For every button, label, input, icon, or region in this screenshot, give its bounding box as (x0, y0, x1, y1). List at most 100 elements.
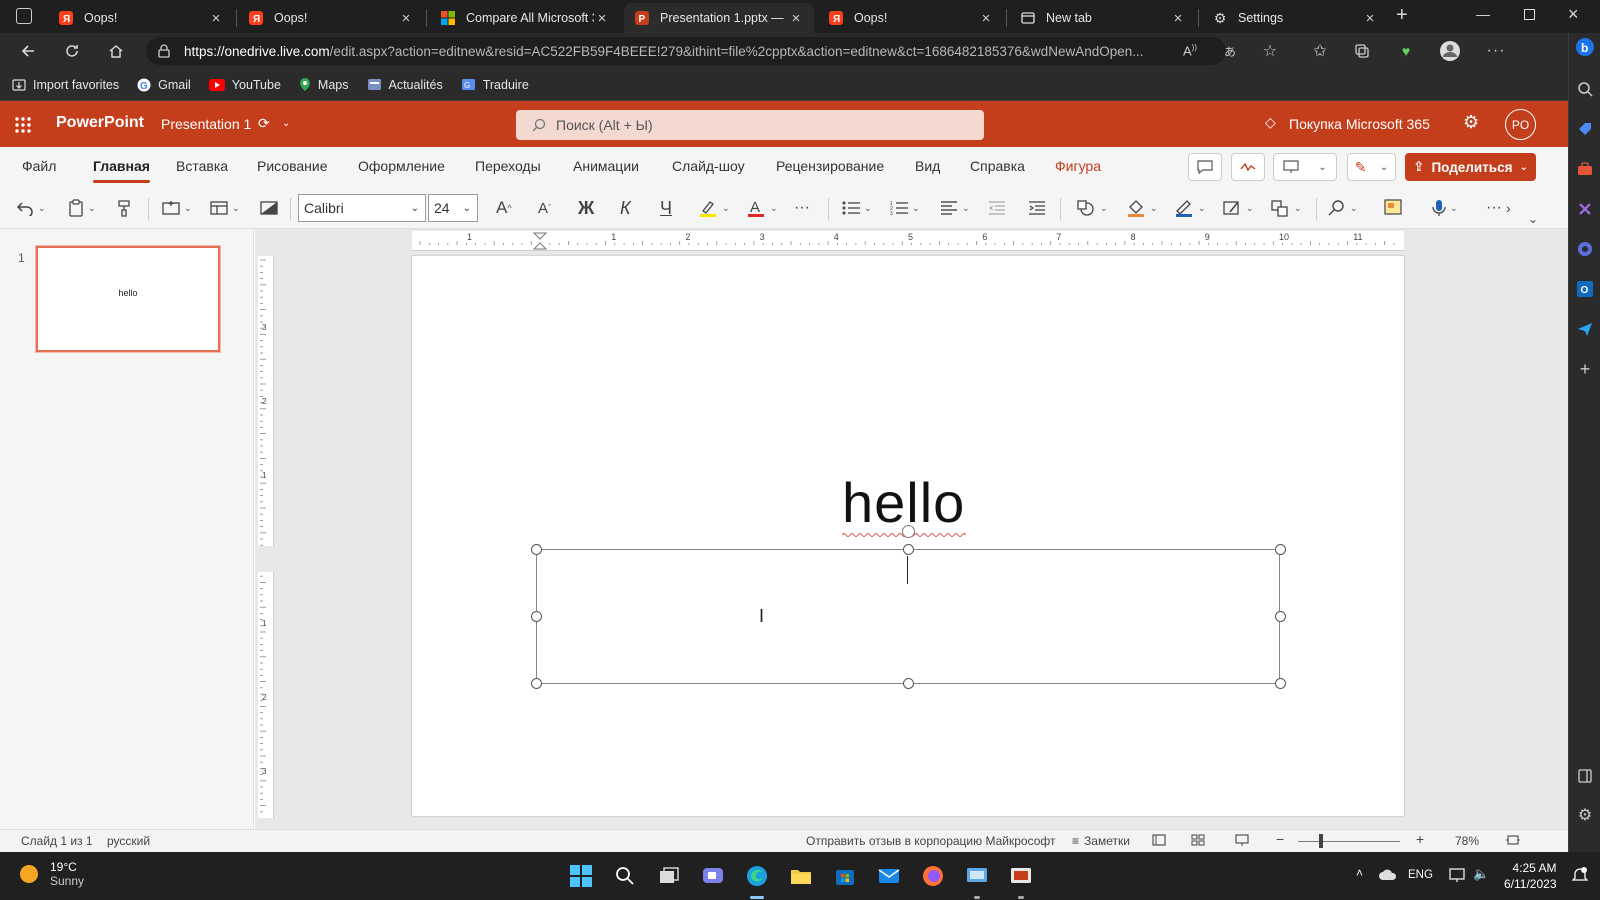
underline-button[interactable]: Ч (660, 196, 672, 220)
tab-actions-icon[interactable] (16, 8, 32, 24)
catch-up-button[interactable] (1231, 153, 1265, 181)
tab-animations[interactable]: Анимации (573, 158, 639, 174)
shapes-button[interactable]: ⌄ (1076, 196, 1108, 220)
url-field[interactable]: https://onedrive.live.com/edit.aspx?acti… (146, 37, 1226, 65)
increase-font-size-button[interactable]: A ^ (496, 196, 512, 220)
font-name-select[interactable]: Calibri ⌄ (298, 194, 426, 222)
onedrive-cloud-icon[interactable] (1378, 868, 1398, 881)
share-button[interactable]: ⇪ Поделиться ⌄ (1405, 153, 1536, 181)
close-icon[interactable]: × (788, 10, 804, 27)
editing-mode-button[interactable]: ✎ ⌄ (1347, 153, 1396, 181)
resize-handle[interactable] (531, 678, 542, 689)
file-explorer-icon[interactable] (788, 863, 814, 889)
italic-button[interactable]: К (620, 196, 631, 220)
shape-outline-button[interactable]: ⌄ (1174, 196, 1206, 220)
ribbon-expand-icon[interactable]: ⌄ (1528, 207, 1538, 231)
fit-to-window-icon[interactable] (1506, 834, 1520, 846)
shopping-tag-icon[interactable] (1575, 119, 1595, 139)
new-slide-button[interactable]: ⌄ (162, 196, 192, 220)
clock[interactable]: 4:25 AM 6/11/2023 (1504, 860, 1557, 892)
search-icon[interactable] (612, 863, 638, 889)
input-language[interactable]: ENG (1408, 869, 1433, 881)
more-font-options-icon[interactable]: ··· (794, 196, 810, 220)
language-status[interactable]: русский (107, 834, 150, 848)
arrange-button[interactable]: ⌄ (1270, 196, 1302, 220)
home-button[interactable] (104, 39, 128, 63)
resize-handle[interactable] (531, 544, 542, 555)
resize-handle[interactable] (903, 544, 914, 555)
restore-button[interactable] (1524, 9, 1535, 20)
favorites-icon[interactable]: ✩ (1308, 39, 1332, 63)
bullets-button[interactable]: ⌄ (842, 196, 872, 220)
bookmark-actualites[interactable]: Actualités (367, 78, 443, 92)
mail-icon[interactable] (876, 863, 902, 889)
network-icon[interactable] (1449, 867, 1465, 883)
close-icon[interactable]: × (208, 10, 224, 27)
indent-marker[interactable] (532, 232, 548, 250)
zoom-slider[interactable] (1298, 841, 1400, 842)
undo-button[interactable]: ⌄ (16, 196, 46, 220)
zoom-in-button[interactable]: + (1416, 831, 1424, 847)
read-aloud-icon[interactable]: A)) (1178, 39, 1202, 63)
tab-file[interactable]: Файл (22, 158, 56, 174)
sidebar-layout-icon[interactable] (1575, 766, 1595, 786)
translate-icon[interactable]: あ (1218, 39, 1242, 63)
tab-home[interactable]: Главная (93, 158, 150, 183)
slide-count-status[interactable]: Слайд 1 из 1 (21, 834, 93, 848)
minimize-button[interactable]: — (1476, 6, 1490, 22)
close-icon[interactable]: × (1362, 10, 1378, 27)
reading-view-icon[interactable] (1235, 834, 1249, 846)
search-icon[interactable] (1575, 79, 1595, 99)
browser-tab-active[interactable]: P Presentation 1.pptx — I × (624, 3, 814, 33)
teams-chat-icon[interactable] (700, 863, 726, 889)
document-title[interactable]: Presentation 1 (161, 116, 251, 132)
font-size-select[interactable]: 24 ⌄ (428, 194, 478, 222)
volume-icon[interactable]: 🔈 (1473, 866, 1489, 882)
profile-avatar-icon[interactable] (1438, 39, 1462, 63)
font-color-button[interactable]: A ⌄ (746, 196, 778, 220)
tab-insert[interactable]: Вставка (176, 158, 228, 174)
show-hidden-icons[interactable]: ˄ (1356, 866, 1363, 880)
lock-icon[interactable] (158, 44, 170, 58)
numbering-button[interactable]: 1 2 3 ⌄ (890, 196, 920, 220)
layout-button[interactable]: ⌄ (210, 196, 240, 220)
performance-icon[interactable]: ♥ (1394, 39, 1418, 63)
resize-handle[interactable] (903, 678, 914, 689)
bookmark-youtube[interactable]: YouTube (208, 78, 281, 92)
send-icon[interactable] (1575, 319, 1595, 339)
resize-handle[interactable] (1275, 611, 1286, 622)
buy-microsoft-365-link[interactable]: Покупка Microsoft 365 (1289, 116, 1430, 132)
rotate-handle-icon[interactable] (902, 525, 915, 538)
shape-fill-button[interactable]: ⌄ (1126, 196, 1158, 220)
zoom-slider-thumb[interactable] (1319, 834, 1323, 848)
notifications-icon[interactable] (1572, 866, 1588, 884)
resize-handle[interactable] (1275, 544, 1286, 555)
tab-transitions[interactable]: Переходы (475, 158, 541, 174)
horizontal-ruler[interactable]: 1 1 2 3 4 5 6 7 8 9 10 11 (412, 231, 1404, 251)
resize-handle[interactable] (531, 611, 542, 622)
remote-desktop-icon[interactable] (964, 863, 990, 889)
feedback-link[interactable]: Отправить отзыв в корпорацию Майкрософт (806, 834, 1055, 848)
browser-tab[interactable]: Я Oops! × (48, 3, 234, 33)
tab-design[interactable]: Оформление (358, 158, 445, 174)
close-icon[interactable]: × (594, 10, 610, 27)
weather-widget[interactable]: 19°C Sunny (18, 860, 84, 888)
collections-icon[interactable] (1350, 39, 1374, 63)
comments-button[interactable] (1188, 153, 1222, 181)
chevron-right-icon[interactable]: › (1506, 196, 1511, 220)
search-input[interactable]: Поиск (Alt + Ы) (516, 110, 984, 140)
format-painter-icon[interactable] (116, 196, 134, 220)
microsoft-store-icon[interactable] (832, 863, 858, 889)
notes-button[interactable]: ≡ Заметки (1072, 834, 1130, 848)
background-image-icon[interactable] (260, 196, 278, 220)
browser-tab[interactable]: New tab × (1010, 3, 1196, 33)
increase-indent-button[interactable] (1028, 196, 1046, 220)
vertical-ruler[interactable]: 3 2 1 1 2 3 (258, 256, 274, 818)
office-icon[interactable] (1575, 239, 1595, 259)
browser-tab[interactable]: Compare All Microsoft 3 × (430, 3, 620, 33)
align-button[interactable]: ⌄ (940, 196, 970, 220)
bookmark-maps[interactable]: Maps (299, 77, 349, 92)
outlook-icon[interactable]: O (1575, 279, 1595, 299)
designer-button[interactable] (1384, 196, 1404, 220)
browser-tab[interactable]: Я Oops! × (238, 3, 424, 33)
